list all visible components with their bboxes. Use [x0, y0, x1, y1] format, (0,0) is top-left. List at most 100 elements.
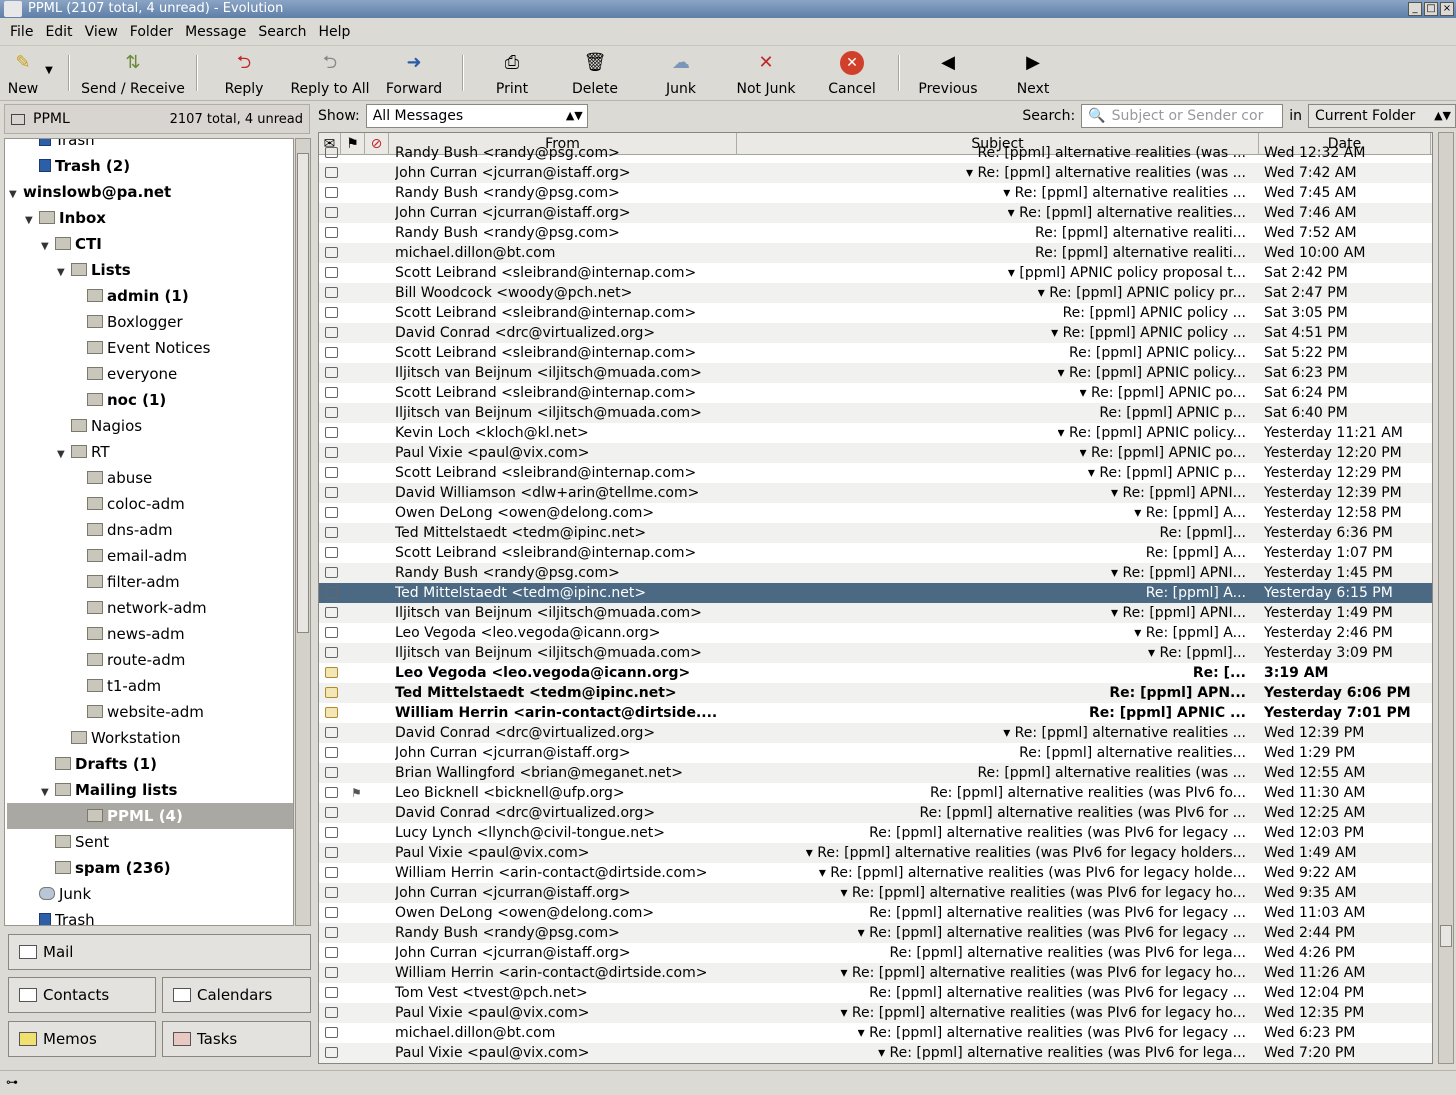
message-row[interactable]: David Conrad <drc@virtualized.org> ▾ Re: … [319, 723, 1432, 743]
message-row[interactable]: Leo Vegoda <leo.vegoda@icann.org> Re: [..… [319, 663, 1432, 683]
thread-expander-icon[interactable]: ▾ [1134, 625, 1145, 641]
message-row[interactable]: Owen DeLong <owen@delong.com> ▾ Re: [ppml… [319, 503, 1432, 523]
read-envelope-icon[interactable] [325, 607, 338, 618]
thread-expander-icon[interactable]: ▾ [1003, 185, 1014, 201]
message-row[interactable]: Scott Leibrand <sleibrand@internap.com> ▾… [319, 263, 1432, 283]
read-envelope-icon[interactable] [325, 767, 338, 778]
message-row[interactable]: John Curran <jcurran@istaff.org> Re: [ppm… [319, 943, 1432, 963]
message-row[interactable]: Ted Mittelstaedt <tedm@ipinc.net> Re: [pp… [319, 523, 1432, 543]
message-row[interactable]: Scott Leibrand <sleibrand@internap.com> R… [319, 303, 1432, 323]
menu-view[interactable]: View [79, 24, 124, 40]
menu-file[interactable]: File [4, 24, 39, 40]
folder-item[interactable]: ▼ CTI [41, 231, 102, 257]
message-row[interactable]: Tom Vest <tvest@pch.net> Re: [ppml] alter… [319, 983, 1432, 1003]
expander-icon[interactable]: ▼ [25, 208, 39, 234]
show-filter-dropdown[interactable]: All Messages ▲▼ [365, 104, 588, 128]
folder-item[interactable]: Junk [25, 881, 91, 907]
message-row[interactable]: Ted Mittelstaedt <tedm@ipinc.net> Re: [pp… [319, 683, 1432, 703]
folder-item[interactable]: Boxlogger [73, 309, 183, 335]
read-envelope-icon[interactable] [325, 427, 338, 438]
thread-expander-icon[interactable]: ▾ [1038, 285, 1049, 301]
read-envelope-icon[interactable] [325, 847, 338, 858]
switcher-calendars-button[interactable]: Calendars [162, 977, 311, 1013]
message-row[interactable]: Owen DeLong <owen@delong.com> Re: [ppml] … [319, 903, 1432, 923]
message-row[interactable]: Scott Leibrand <sleibrand@internap.com> ▾… [319, 383, 1432, 403]
thread-expander-icon[interactable]: ▾ [858, 925, 869, 941]
folder-item[interactable]: email-adm [73, 543, 187, 569]
message-row[interactable]: John Curran <jcurran@istaff.org> Re: [ppm… [319, 743, 1432, 763]
thread-expander-icon[interactable]: ▾ [1080, 445, 1091, 461]
message-row[interactable]: David Conrad <drc@virtualized.org> Re: [p… [319, 803, 1432, 823]
close-window-button[interactable]: × [1440, 2, 1454, 16]
read-envelope-icon[interactable] [325, 927, 338, 938]
thread-expander-icon[interactable]: ▾ [1148, 645, 1159, 661]
switcher-mail-button[interactable]: Mail [8, 934, 311, 970]
maximize-button[interactable]: □ [1424, 2, 1438, 16]
thread-expander-icon[interactable]: ▾ [1003, 725, 1014, 741]
folder-item[interactable]: website-adm [73, 699, 204, 725]
message-row[interactable]: Brian Wallingford <brian@meganet.net> Re:… [319, 763, 1432, 783]
read-envelope-icon[interactable] [325, 307, 338, 318]
read-envelope-icon[interactable] [325, 947, 338, 958]
read-envelope-icon[interactable] [325, 867, 338, 878]
message-row[interactable]: Randy Bush <randy@psg.com> Re: [ppml] alt… [319, 223, 1432, 243]
thread-expander-icon[interactable]: ▾ [819, 865, 830, 881]
thread-expander-icon[interactable]: ▾ [858, 1025, 869, 1041]
folder-tree-scrollbar[interactable] [295, 138, 311, 926]
message-row[interactable]: Ted Mittelstaedt <tedm@ipinc.net> Re: [pp… [319, 583, 1432, 603]
message-row[interactable]: Randy Bush <randy@psg.com> Re: [ppml] alt… [319, 143, 1432, 163]
not-junk-button[interactable]: ✕ Not Junk [734, 51, 798, 97]
menu-message[interactable]: Message [179, 24, 252, 40]
message-row[interactable]: David Conrad <drc@virtualized.org> ▾ Re: … [319, 323, 1432, 343]
message-list-scrollbar[interactable] [1438, 132, 1454, 1064]
read-envelope-icon[interactable] [325, 487, 338, 498]
message-row[interactable]: William Herrin <arin-contact@dirtside.co… [319, 863, 1432, 883]
thread-expander-icon[interactable]: ▾ [1008, 205, 1019, 221]
reply-button[interactable]: ⮌ Reply [214, 51, 274, 97]
thread-expander-icon[interactable]: ▾ [1111, 565, 1122, 581]
read-envelope-icon[interactable] [325, 207, 338, 218]
folder-item[interactable]: ▼ Mailing lists [41, 777, 177, 803]
thread-expander-icon[interactable]: ▾ [1058, 425, 1069, 441]
read-envelope-icon[interactable] [325, 727, 338, 738]
read-envelope-icon[interactable] [325, 227, 338, 238]
read-envelope-icon[interactable] [325, 367, 338, 378]
message-row[interactable]: Randy Bush <randy@psg.com> ▾ Re: [ppml] A… [319, 563, 1432, 583]
forward-button[interactable]: ➜ Forward [382, 51, 446, 97]
folder-item[interactable]: t1-adm [73, 673, 161, 699]
expander-icon[interactable]: ▼ [57, 260, 71, 286]
thread-expander-icon[interactable]: ▾ [1134, 505, 1145, 521]
read-envelope-icon[interactable] [325, 587, 338, 598]
expander-icon[interactable]: ▼ [57, 442, 71, 468]
message-row[interactable]: Scott Leibrand <sleibrand@internap.com> R… [319, 343, 1432, 363]
read-envelope-icon[interactable] [325, 387, 338, 398]
folder-item[interactable]: Event Notices [73, 335, 210, 361]
folder-item[interactable]: coloc-adm [73, 491, 185, 517]
menu-edit[interactable]: Edit [39, 24, 78, 40]
search-input[interactable]: 🔍 Subject or Sender cor [1081, 104, 1284, 128]
message-row[interactable]: Leo Vegoda <leo.vegoda@icann.org> ▾ Re: [… [319, 623, 1432, 643]
folder-item[interactable]: ▼ Lists [57, 257, 131, 283]
message-row[interactable]: Kevin Loch <kloch@kl.net> ▾ Re: [ppml] AP… [319, 423, 1432, 443]
message-row[interactable]: John Curran <jcurran@istaff.org> ▾ Re: [p… [319, 203, 1432, 223]
folder-item[interactable]: dns-adm [73, 517, 173, 543]
scrollbar-thumb[interactable] [1440, 925, 1452, 947]
folder-item[interactable]: filter-adm [73, 569, 180, 595]
unread-envelope-icon[interactable] [325, 707, 338, 718]
folder-item[interactable]: Nagios [57, 413, 142, 439]
message-row[interactable]: Paul Vixie <paul@vix.com> ▾ Re: [ppml] al… [319, 1043, 1432, 1063]
read-envelope-icon[interactable] [325, 507, 338, 518]
switcher-tasks-button[interactable]: Tasks [162, 1021, 311, 1057]
folder-item[interactable]: Trash (2) [25, 153, 130, 179]
menu-folder[interactable]: Folder [124, 24, 179, 40]
message-row[interactable]: Bill Woodcock <woody@pch.net> ▾ Re: [ppml… [319, 283, 1432, 303]
menu-search[interactable]: Search [252, 24, 312, 40]
read-envelope-icon[interactable] [325, 967, 338, 978]
message-row[interactable]: ⚑ Leo Bicknell <bicknell@ufp.org> Re: [ppm… [319, 783, 1432, 803]
folder-item[interactable]: route-adm [73, 647, 185, 673]
thread-expander-icon[interactable]: ▾ [1051, 325, 1062, 341]
cancel-button[interactable]: ✕ Cancel [824, 51, 880, 97]
thread-expander-icon[interactable]: ▾ [878, 1045, 889, 1061]
read-envelope-icon[interactable] [325, 647, 338, 658]
thread-expander-icon[interactable]: ▾ [1058, 365, 1069, 381]
